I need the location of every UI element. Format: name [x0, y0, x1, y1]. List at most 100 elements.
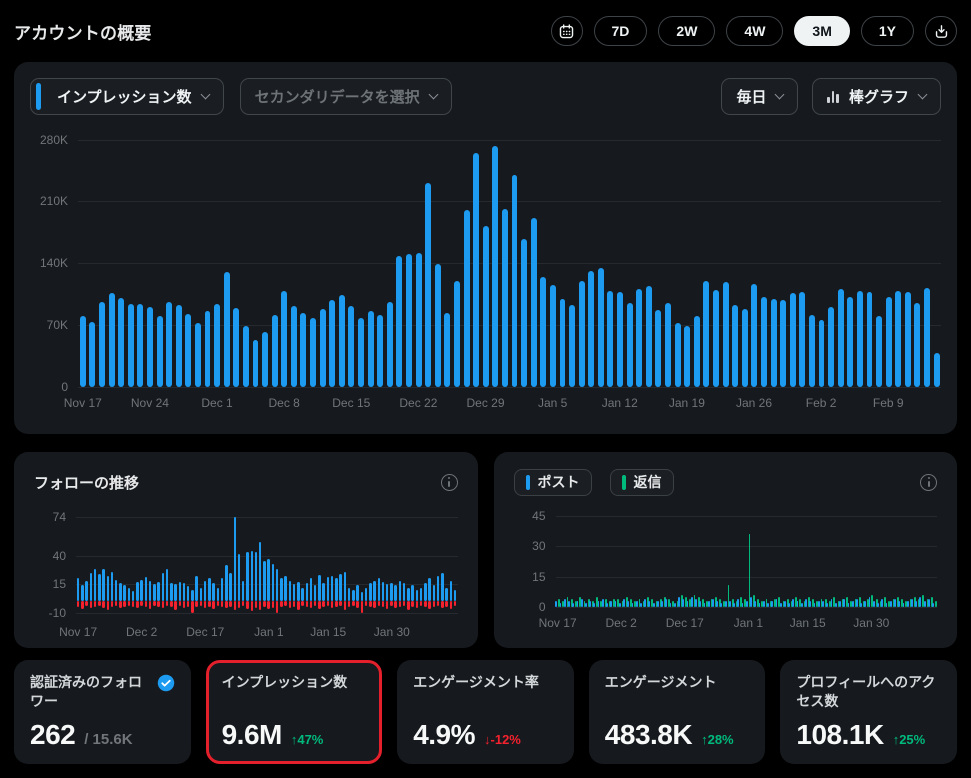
bar[interactable]: [763, 601, 765, 607]
bar[interactable]: [293, 584, 295, 601]
bar[interactable]: [111, 601, 113, 607]
bar[interactable]: [123, 585, 125, 601]
bar[interactable]: [259, 601, 261, 610]
bar[interactable]: [339, 574, 341, 601]
bar[interactable]: [322, 601, 324, 607]
bar[interactable]: [243, 326, 249, 387]
bar[interactable]: [665, 303, 671, 387]
bar[interactable]: [310, 601, 312, 608]
bar[interactable]: [492, 146, 498, 387]
bar[interactable]: [898, 601, 900, 607]
bar[interactable]: [852, 601, 854, 607]
bar[interactable]: [399, 581, 401, 602]
bar[interactable]: [331, 601, 333, 608]
bar[interactable]: [797, 601, 799, 607]
bar[interactable]: [894, 599, 896, 607]
bar[interactable]: [314, 601, 316, 606]
bar[interactable]: [195, 576, 197, 601]
chart-type-dropdown[interactable]: 棒グラフ: [812, 78, 941, 115]
bar[interactable]: [329, 300, 335, 387]
bar[interactable]: [162, 601, 164, 608]
bar[interactable]: [424, 583, 426, 601]
bar[interactable]: [140, 580, 142, 602]
bar[interactable]: [300, 313, 306, 387]
bar[interactable]: [98, 601, 100, 606]
bar[interactable]: [691, 597, 693, 607]
bar[interactable]: [843, 599, 845, 607]
bar[interactable]: [327, 601, 329, 606]
bar[interactable]: [678, 597, 680, 607]
bar[interactable]: [433, 601, 435, 607]
bar[interactable]: [242, 581, 244, 602]
bar[interactable]: [255, 601, 257, 608]
bar[interactable]: [238, 601, 240, 608]
bar[interactable]: [153, 601, 155, 606]
bar[interactable]: [377, 315, 383, 387]
bar[interactable]: [107, 576, 109, 601]
bar[interactable]: [157, 582, 159, 601]
bar[interactable]: [208, 578, 210, 601]
bar[interactable]: [873, 601, 875, 607]
bar[interactable]: [411, 585, 413, 601]
bar[interactable]: [365, 601, 367, 606]
bar[interactable]: [356, 585, 358, 601]
bar[interactable]: [204, 581, 206, 602]
bar[interactable]: [234, 601, 236, 610]
bar[interactable]: [935, 601, 937, 607]
bar[interactable]: [276, 601, 278, 612]
bar[interactable]: [147, 307, 153, 387]
bar[interactable]: [703, 281, 709, 387]
bar[interactable]: [157, 316, 163, 387]
bar[interactable]: [869, 597, 871, 607]
bar[interactable]: [378, 601, 380, 606]
bar[interactable]: [361, 592, 363, 601]
bar[interactable]: [790, 293, 796, 387]
bar[interactable]: [822, 601, 824, 607]
bar[interactable]: [623, 599, 625, 607]
bar[interactable]: [648, 601, 650, 607]
bar[interactable]: [94, 601, 96, 607]
bar[interactable]: [445, 601, 447, 607]
bar[interactable]: [187, 586, 189, 601]
bar[interactable]: [195, 323, 201, 388]
bar[interactable]: [272, 601, 274, 608]
bar[interactable]: [373, 601, 375, 608]
bar[interactable]: [674, 603, 676, 607]
bar[interactable]: [289, 601, 291, 608]
bar[interactable]: [176, 305, 182, 387]
bar[interactable]: [221, 578, 223, 601]
bar[interactable]: [406, 254, 412, 387]
stat-card-engagements[interactable]: エンゲージメント 483.8K ↑28%: [589, 660, 766, 764]
bar[interactable]: [234, 517, 236, 601]
bar[interactable]: [382, 601, 384, 607]
bar[interactable]: [881, 599, 883, 607]
bar[interactable]: [725, 601, 727, 607]
bar[interactable]: [729, 601, 731, 607]
bar[interactable]: [297, 582, 299, 601]
bar[interactable]: [102, 601, 104, 608]
bar[interactable]: [684, 326, 690, 387]
bar[interactable]: [540, 277, 546, 387]
bar[interactable]: [788, 603, 790, 607]
bar[interactable]: [344, 601, 346, 610]
bar[interactable]: [860, 603, 862, 607]
bar[interactable]: [814, 603, 816, 607]
bar[interactable]: [115, 601, 117, 606]
bar[interactable]: [818, 601, 820, 607]
range-button-2w[interactable]: 2W: [658, 16, 715, 46]
bar[interactable]: [115, 580, 117, 602]
bar[interactable]: [174, 601, 176, 610]
bar[interactable]: [720, 603, 722, 607]
bar[interactable]: [407, 588, 409, 602]
bar[interactable]: [905, 292, 911, 387]
bar[interactable]: [911, 599, 913, 607]
bar[interactable]: [632, 603, 634, 607]
bar[interactable]: [444, 313, 450, 387]
bar[interactable]: [191, 601, 193, 612]
bar[interactable]: [229, 601, 231, 607]
info-icon[interactable]: [441, 474, 458, 491]
bar[interactable]: [166, 302, 172, 387]
range-button-7d[interactable]: 7D: [594, 16, 648, 46]
bar[interactable]: [99, 302, 105, 387]
bar[interactable]: [636, 601, 638, 607]
